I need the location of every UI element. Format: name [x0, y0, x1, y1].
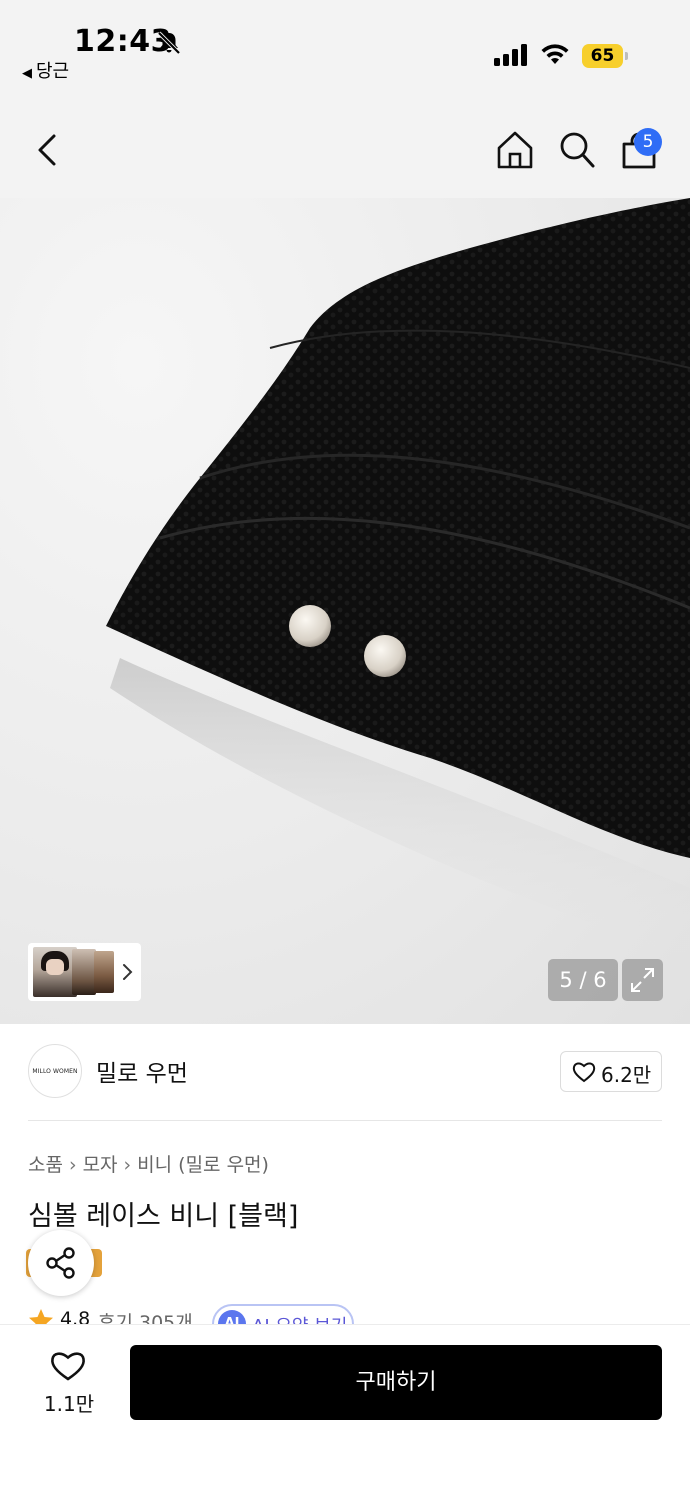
- back-app-label: 당근: [36, 61, 70, 82]
- share-button[interactable]: [28, 1230, 94, 1296]
- heart-outline-icon: [572, 1062, 596, 1083]
- wifi-icon: [541, 44, 569, 64]
- expand-image-button[interactable]: [622, 959, 663, 1001]
- thumbnail-face-shape: [46, 959, 64, 975]
- back-triangle-icon: ◀: [22, 66, 32, 81]
- share-icon: [46, 1247, 75, 1279]
- breadcrumb-item-accessories[interactable]: 소품: [28, 1154, 63, 1176]
- brand-like-count: 6.2만: [601, 1063, 652, 1087]
- back-arrow-icon[interactable]: [30, 130, 66, 170]
- breadcrumb-item-hats[interactable]: 모자: [83, 1154, 118, 1176]
- expand-arrows-icon: [631, 968, 654, 992]
- thumbnail-photo-3: [94, 951, 114, 993]
- brand-name[interactable]: 밀로 우먼: [96, 1054, 188, 1088]
- breadcrumb: 소품 › 모자 › 비니 (밀로 우먼): [28, 1150, 269, 1177]
- buy-button[interactable]: 구매하기: [130, 1345, 662, 1420]
- section-divider: [28, 1120, 662, 1121]
- search-icon[interactable]: [558, 130, 596, 170]
- brand-logo[interactable]: MILLO WOMEN: [28, 1044, 82, 1098]
- chevron-right-icon: ›: [123, 1154, 132, 1176]
- cellular-signal-icon: [494, 44, 527, 66]
- bell-muted-icon: [157, 31, 181, 55]
- product-image[interactable]: [0, 198, 690, 1024]
- back-to-app-link[interactable]: ◀ 당근: [22, 57, 69, 83]
- brand-like-button[interactable]: 6.2만: [560, 1051, 662, 1092]
- battery-indicator: 65: [582, 44, 628, 68]
- chevron-right-icon[interactable]: [121, 960, 133, 984]
- image-page-counter: 5 / 6: [548, 959, 618, 1001]
- wishlist-count: 1.1만: [43, 1392, 95, 1416]
- heart-outline-icon: [51, 1352, 85, 1381]
- cart-count-badge: 5: [634, 128, 662, 156]
- battery-nub: [625, 52, 628, 60]
- top-navigation: [0, 92, 690, 198]
- chevron-right-icon: ›: [68, 1154, 77, 1176]
- wishlist-button[interactable]: 1.1만: [40, 1348, 98, 1420]
- home-icon[interactable]: [496, 130, 534, 170]
- thumbnail-photo-2: [72, 949, 96, 995]
- beanie-photo: [106, 198, 690, 958]
- battery-level: 65: [582, 44, 623, 68]
- status-bar: 12:43 ◀ 당근 65: [0, 0, 690, 92]
- rating-row: 4.8 후기 305개 AI AI 요약 보기: [28, 1304, 690, 1326]
- thumbnail-model-photo[interactable]: [33, 947, 77, 997]
- breadcrumb-item-beanie[interactable]: 비니 (밀로 우먼): [137, 1154, 269, 1176]
- ai-summary-button[interactable]: AI AI 요약 보기: [212, 1304, 354, 1326]
- product-title: 심볼 레이스 비니 [블랙]: [28, 1201, 299, 1232]
